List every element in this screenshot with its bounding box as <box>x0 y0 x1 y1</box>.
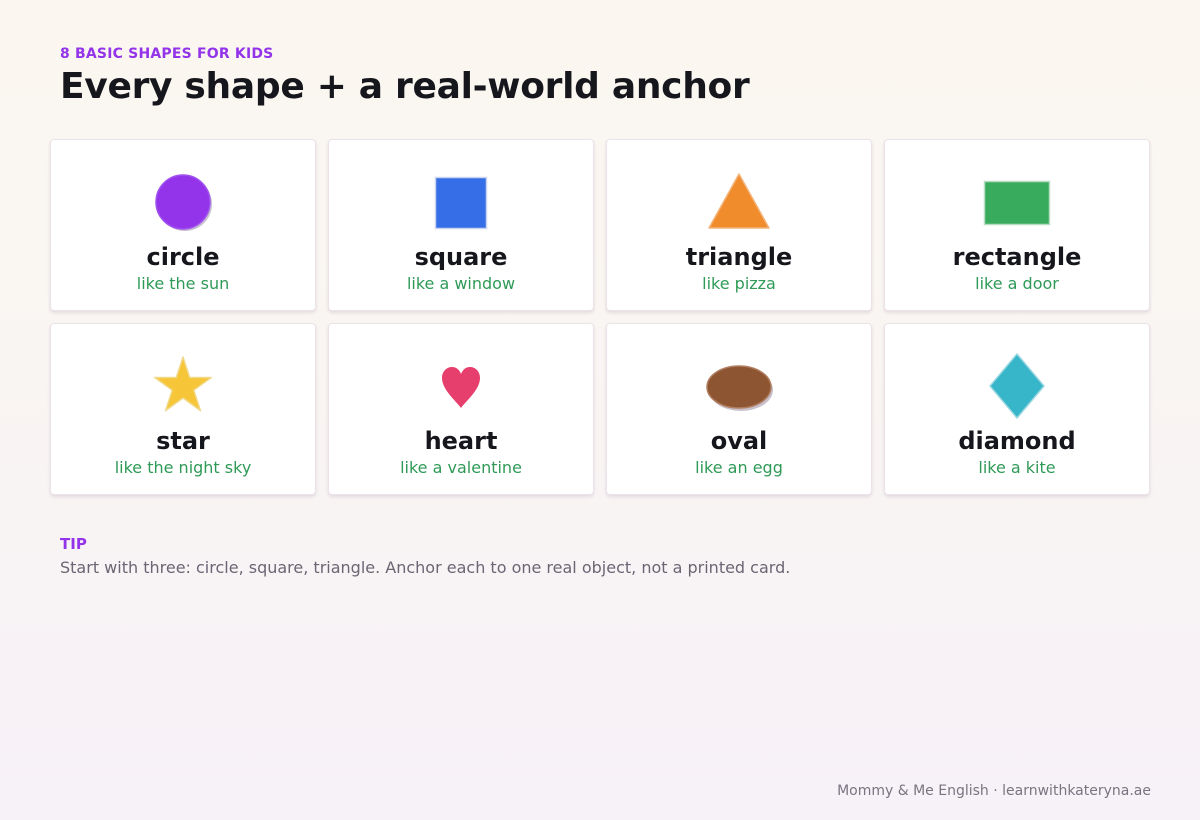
shape-illustration <box>51 166 315 238</box>
shape-anchor: like an egg <box>695 458 783 477</box>
shape-illustration <box>329 350 593 422</box>
shape-name: diamond <box>958 427 1076 455</box>
shape-card-circle: circle like the sun <box>50 139 316 311</box>
shape-name: circle <box>146 243 220 271</box>
circle-icon <box>155 174 212 231</box>
shape-card-rectangle: rectangle like a door <box>884 139 1150 311</box>
shape-name: square <box>414 243 508 271</box>
shape-illustration <box>885 166 1149 238</box>
shape-anchor: like a valentine <box>400 458 522 477</box>
shape-anchor: like a kite <box>978 458 1056 477</box>
page-title: Every shape + a real-world anchor <box>60 66 750 107</box>
shape-illustration <box>885 350 1149 422</box>
rectangle-icon <box>983 180 1051 226</box>
tip-label: TIP <box>60 535 87 553</box>
eyebrow-label: 8 BASIC SHAPES FOR KIDS <box>60 46 274 62</box>
shape-card-triangle: triangle like pizza <box>606 139 872 311</box>
shape-card-oval: oval like an egg <box>606 323 872 495</box>
star-icon <box>153 356 213 412</box>
footer-credit: Mommy & Me English · learnwithkateryna.a… <box>837 783 1151 799</box>
shape-anchor: like the sun <box>136 274 230 293</box>
shape-card-heart: heart like a valentine <box>328 323 594 495</box>
shape-anchor: like a door <box>975 274 1059 293</box>
shape-name: rectangle <box>952 243 1082 271</box>
shape-illustration <box>607 350 871 422</box>
shape-anchor: like the night sky <box>114 458 252 477</box>
heart-icon <box>442 367 480 408</box>
shape-card-grid: circle like the sun square like a window… <box>50 139 1150 495</box>
shape-name: heart <box>424 427 498 455</box>
square-icon <box>434 176 488 230</box>
shape-anchor: like pizza <box>702 274 776 293</box>
shape-anchor: like a window <box>406 274 516 293</box>
shape-card-diamond: diamond like a kite <box>884 323 1150 495</box>
shape-illustration <box>51 350 315 422</box>
shape-name: oval <box>710 427 768 455</box>
shape-card-star: star like the night sky <box>50 323 316 495</box>
shape-illustration <box>607 166 871 238</box>
shape-illustration <box>329 166 593 238</box>
shape-card-square: square like a window <box>328 139 594 311</box>
oval-icon <box>706 365 773 411</box>
shape-name: star <box>156 427 210 455</box>
diamond-icon <box>989 353 1045 419</box>
shape-name: triangle <box>685 243 793 271</box>
triangle-icon <box>708 173 770 229</box>
tip-text: Start with three: circle, square, triang… <box>60 558 791 577</box>
